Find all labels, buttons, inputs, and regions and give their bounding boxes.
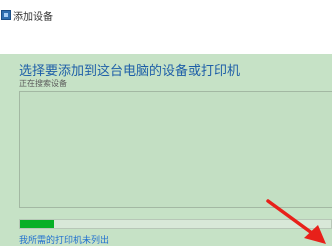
annotation-arrow-icon: [266, 199, 326, 244]
printer-not-listed-link[interactable]: 我所需的打印机未列出: [19, 233, 109, 246]
title-bar: 添加设备: [0, 0, 332, 30]
device-icon: [1, 10, 11, 20]
progress-fill: [20, 220, 55, 228]
header-spacer: [0, 30, 332, 54]
page-heading: 选择要添加到这台电脑的设备或打印机: [19, 64, 241, 79]
search-status: 正在搜索设备: [19, 79, 67, 88]
device-results-list[interactable]: [19, 91, 332, 208]
window-title: 添加设备: [13, 11, 53, 23]
add-device-window: 添加设备 选择要添加到这台电脑的设备或打印机 正在搜索设备 我所需的打印机未列出: [0, 0, 332, 246]
